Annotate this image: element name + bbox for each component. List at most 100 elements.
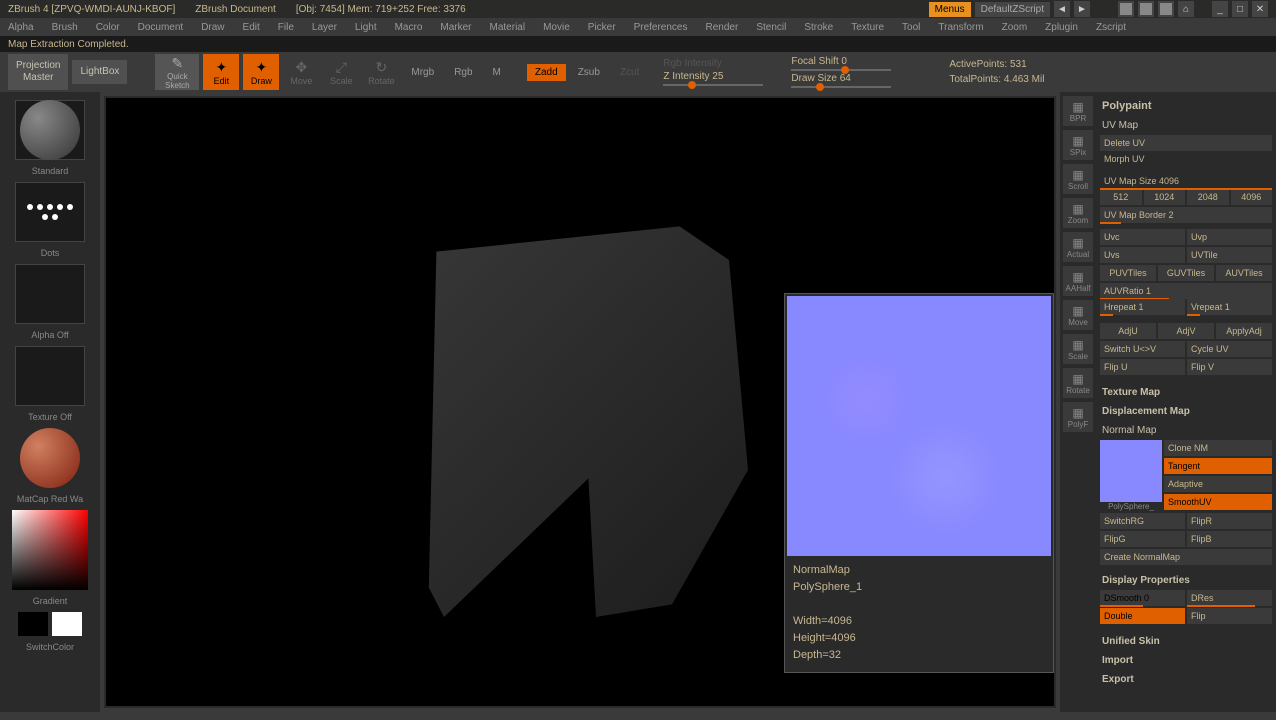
color-swatch-white[interactable] xyxy=(52,612,82,636)
menu-render[interactable]: Render xyxy=(706,22,739,33)
nav-next-icon[interactable]: ► xyxy=(1074,1,1090,17)
menu-zoom[interactable]: Zoom xyxy=(1002,22,1028,33)
nav-prev-icon[interactable]: ◄ xyxy=(1054,1,1070,17)
uvp-button[interactable]: Uvp xyxy=(1187,229,1272,245)
menu-zscript[interactable]: Zscript xyxy=(1096,22,1126,33)
menu-marker[interactable]: Marker xyxy=(440,22,471,33)
menus-button[interactable]: Menus xyxy=(929,2,971,17)
applyadj-button[interactable]: ApplyAdj xyxy=(1216,323,1272,339)
scale-button[interactable]: ⤢Scale xyxy=(323,54,359,90)
rotate-button[interactable]: ↻Rotate xyxy=(363,54,399,90)
window-icon-2[interactable] xyxy=(1138,1,1154,17)
lightbox-button[interactable]: LightBox xyxy=(72,60,127,84)
adaptive-button[interactable]: Adaptive xyxy=(1164,476,1272,492)
defaultzscript-button[interactable]: DefaultZScript xyxy=(975,2,1050,17)
uv-map-size-slider[interactable]: UV Map Size 4096 xyxy=(1100,173,1272,189)
menu-picker[interactable]: Picker xyxy=(588,22,616,33)
switchrg-button[interactable]: SwitchRG xyxy=(1100,513,1185,529)
close-icon[interactable]: ✕ xyxy=(1252,1,1268,17)
menu-macro[interactable]: Macro xyxy=(395,22,423,33)
polypaint-header[interactable]: Polypaint xyxy=(1100,96,1272,116)
move-button[interactable]: ✥Move xyxy=(283,54,319,90)
menu-material[interactable]: Material xyxy=(490,22,526,33)
menu-stencil[interactable]: Stencil xyxy=(756,22,786,33)
flip-button[interactable]: Flip xyxy=(1187,608,1272,624)
flipg-button[interactable]: FlipG xyxy=(1100,531,1185,547)
zsub-button[interactable]: Zsub xyxy=(570,67,608,78)
flipr-button[interactable]: FlipR xyxy=(1187,513,1272,529)
righttool-move[interactable]: ▦Move xyxy=(1063,300,1093,330)
adju-button[interactable]: AdjU xyxy=(1100,323,1156,339)
righttool-scale[interactable]: ▦Scale xyxy=(1063,334,1093,364)
menu-light[interactable]: Light xyxy=(355,22,377,33)
auvratio-slider[interactable]: AUVRatio 1 xyxy=(1100,283,1272,299)
uvc-button[interactable]: Uvc xyxy=(1100,229,1185,245)
window-icon-1[interactable] xyxy=(1118,1,1134,17)
menu-document[interactable]: Document xyxy=(138,22,184,33)
righttool-rotate[interactable]: ▦Rotate xyxy=(1063,368,1093,398)
uvsize-4096[interactable]: 4096 xyxy=(1231,189,1273,205)
menu-stroke[interactable]: Stroke xyxy=(804,22,833,33)
puvtiles-button[interactable]: PUVTiles xyxy=(1100,265,1156,281)
draw-button[interactable]: ✦Draw xyxy=(243,54,279,90)
righttool-actual[interactable]: ▦Actual xyxy=(1063,232,1093,262)
menu-zplugin[interactable]: Zplugin xyxy=(1045,22,1078,33)
righttool-bpr[interactable]: ▦BPR xyxy=(1063,96,1093,126)
delete-uv-button[interactable]: Delete UV xyxy=(1100,135,1272,151)
menu-edit[interactable]: Edit xyxy=(243,22,260,33)
uvsize-512[interactable]: 512 xyxy=(1100,189,1142,205)
mrgb-button[interactable]: Mrgb xyxy=(403,67,442,78)
canvas[interactable]: NormalMap PolySphere_1 Width=4096 Height… xyxy=(104,96,1056,708)
zadd-button[interactable]: Zadd xyxy=(527,64,566,81)
home-icon[interactable]: ⌂ xyxy=(1178,1,1194,17)
clonenm-button[interactable]: Clone NM xyxy=(1164,440,1272,456)
uv-border-slider[interactable]: UV Map Border 2 xyxy=(1100,207,1272,223)
menu-texture[interactable]: Texture xyxy=(851,22,884,33)
uvtile-button[interactable]: UVTile xyxy=(1187,247,1272,263)
righttool-zoom[interactable]: ▦Zoom xyxy=(1063,198,1093,228)
switchuv-button[interactable]: Switch U<>V xyxy=(1100,341,1185,357)
import-header[interactable]: Import xyxy=(1100,651,1272,670)
menu-layer[interactable]: Layer xyxy=(312,22,337,33)
auvtiles-button[interactable]: AUVTiles xyxy=(1216,265,1272,281)
righttool-polyf[interactable]: ▦PolyF xyxy=(1063,402,1093,432)
dres-slider[interactable]: DRes xyxy=(1187,590,1272,606)
uvsize-2048[interactable]: 2048 xyxy=(1187,189,1229,205)
normalmap-thumbnail[interactable] xyxy=(1100,440,1162,502)
color-picker[interactable] xyxy=(12,510,88,590)
gradient-label[interactable]: Gradient xyxy=(33,596,68,606)
switchcolor-button[interactable]: SwitchColor xyxy=(26,642,74,652)
alpha-selector[interactable] xyxy=(15,264,85,324)
preview-image[interactable] xyxy=(787,296,1051,556)
texture-selector[interactable] xyxy=(15,346,85,406)
tangent-button[interactable]: Tangent xyxy=(1164,458,1272,474)
flipu-button[interactable]: Flip U xyxy=(1100,359,1185,375)
smoothuv-button[interactable]: SmoothUV xyxy=(1164,494,1272,510)
create-normalmap-button[interactable]: Create NormalMap xyxy=(1100,549,1272,565)
menu-file[interactable]: File xyxy=(278,22,294,33)
menu-movie[interactable]: Movie xyxy=(543,22,570,33)
stroke-selector[interactable] xyxy=(15,182,85,242)
righttool-aahalf[interactable]: ▦AAHalf xyxy=(1063,266,1093,296)
uvsize-1024[interactable]: 1024 xyxy=(1144,189,1186,205)
righttool-scroll[interactable]: ▦Scroll xyxy=(1063,164,1093,194)
m-button[interactable]: M xyxy=(485,67,509,78)
uvmap-header[interactable]: UV Map xyxy=(1100,116,1272,135)
unifiedskin-header[interactable]: Unified Skin xyxy=(1100,632,1272,651)
vrepeat-slider[interactable]: Vrepeat 1 xyxy=(1187,299,1272,315)
menu-alpha[interactable]: Alpha xyxy=(8,22,34,33)
menu-tool[interactable]: Tool xyxy=(902,22,920,33)
displayprops-header[interactable]: Display Properties xyxy=(1100,571,1272,590)
color-swatch-black[interactable] xyxy=(18,612,48,636)
quicksketch-button[interactable]: ✎Quick Sketch xyxy=(155,54,199,90)
maximize-icon[interactable]: □ xyxy=(1232,1,1248,17)
morph-uv-button[interactable]: Morph UV xyxy=(1100,151,1272,167)
menu-transform[interactable]: Transform xyxy=(938,22,983,33)
zcut-button[interactable]: Zcut xyxy=(612,67,647,78)
rgb-button[interactable]: Rgb xyxy=(446,67,480,78)
guvtiles-button[interactable]: GUVTiles xyxy=(1158,265,1214,281)
adjv-button[interactable]: AdjV xyxy=(1158,323,1214,339)
focal-shift-slider[interactable]: Focal Shift 0 xyxy=(791,56,847,67)
displacement-header[interactable]: Displacement Map xyxy=(1100,402,1272,421)
cycleuv-button[interactable]: Cycle UV xyxy=(1187,341,1272,357)
